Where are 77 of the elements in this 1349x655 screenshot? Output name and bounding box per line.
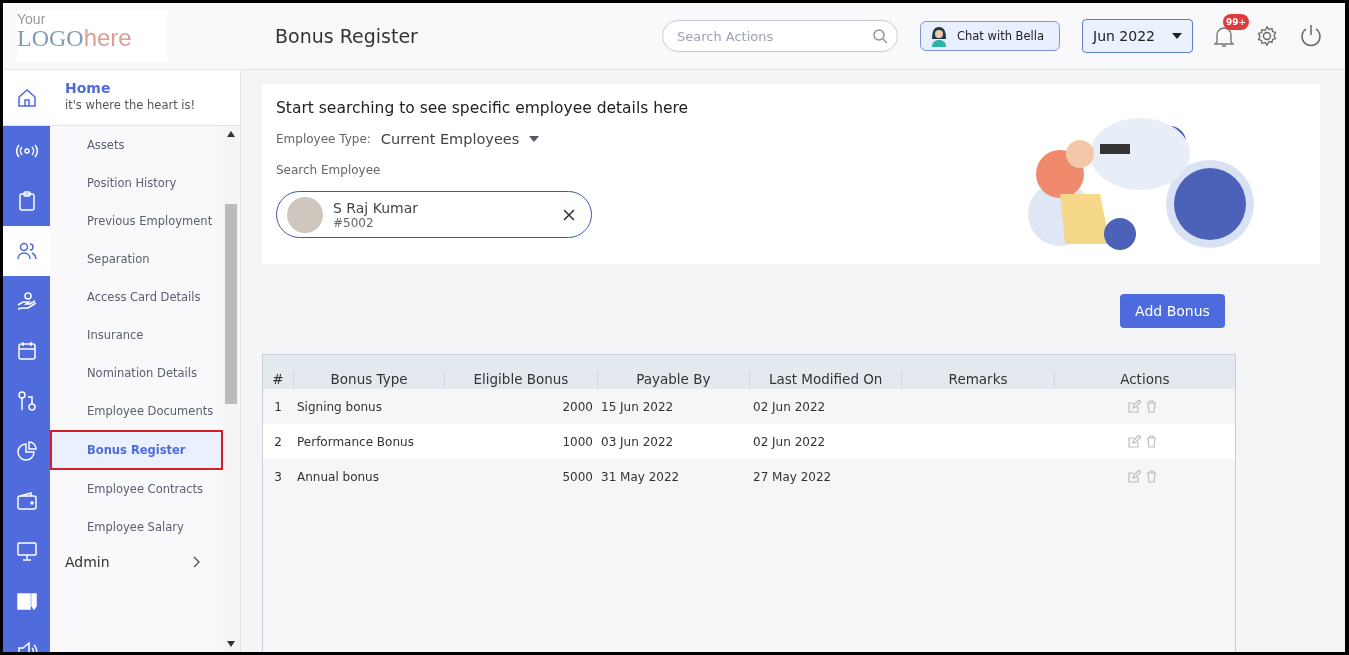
month-dropdown[interactable]: Jun 2022 <box>1082 19 1193 53</box>
table-cell-text: 27 May 2022 <box>752 469 833 484</box>
table-cell-text: Performance Bonus <box>296 434 415 449</box>
column-header: Eligible Bonus <box>444 371 597 388</box>
sidebar-item[interactable]: Employee Contracts <box>50 470 219 508</box>
employee-id: #5002 <box>333 215 375 230</box>
table-cell-text: Annual bonus <box>296 469 380 484</box>
employee-name: S Raj Kumar <box>333 199 419 216</box>
sidebar-item[interactable]: Employee Documents <box>50 392 219 430</box>
news-icon <box>15 590 38 612</box>
column-header: Payable By <box>596 371 749 388</box>
column-header: Bonus Type <box>292 371 445 388</box>
caret-icon <box>1172 33 1182 39</box>
home-icon[interactable] <box>16 87 37 108</box>
calendar-icon <box>15 340 38 362</box>
chevron-right-icon <box>193 556 201 568</box>
edit-icon[interactable] <box>1128 400 1141 413</box>
column-header: Last Modified On <box>749 371 902 388</box>
logo: Your LOGOhere <box>17 10 167 62</box>
sidebar-item[interactable]: Previous Employment <box>50 202 219 240</box>
home-link[interactable]: Home <box>65 80 196 96</box>
page-title: Bonus Register <box>275 25 419 47</box>
bell-icon[interactable] <box>1213 24 1235 48</box>
avatar-placeholder <box>287 196 323 233</box>
edit-icon[interactable] <box>1128 435 1141 448</box>
admin-menu[interactable]: Admin <box>50 546 223 578</box>
pie-icon <box>15 440 38 462</box>
sidebar-item[interactable]: Assets <box>50 126 219 164</box>
sidebar-item[interactable]: Nomination Details <box>50 354 219 392</box>
wallet-icon <box>15 490 38 512</box>
table-cell-text: 31 May 2022 <box>600 469 681 484</box>
table-cell-text: 1000 <box>561 434 594 449</box>
column-header: Actions <box>1053 371 1235 388</box>
chat-button[interactable]: Chat with Bella <box>920 21 1060 51</box>
scroll-up-icon[interactable] <box>227 131 235 137</box>
people-icon <box>15 240 38 262</box>
caret-icon <box>529 136 540 142</box>
table-cell-text: 02 Jun 2022 <box>752 434 827 449</box>
employee-type-label: Employee Type: <box>276 132 371 146</box>
table-cell-text: 02 Jun 2022 <box>752 399 827 414</box>
panel-heading: Start searching to see specific employee details here <box>276 99 689 117</box>
table-cell-text: 3 <box>273 469 283 484</box>
employee-type-dropdown[interactable]: Current Employees <box>380 131 540 147</box>
scrollbar[interactable] <box>223 126 239 652</box>
close-icon[interactable] <box>563 208 575 221</box>
sidebar-item[interactable]: Position History <box>50 164 219 202</box>
column-header: Remarks <box>901 371 1054 388</box>
home-subtitle: it's where the heart is! <box>65 98 196 112</box>
edit-icon[interactable] <box>1128 470 1141 483</box>
sidebar-item[interactable]: Bonus Register <box>50 430 223 470</box>
avatar-icon <box>929 25 949 47</box>
sidebar-item[interactable]: Access Card Details <box>50 278 219 316</box>
route-icon <box>15 390 38 412</box>
search-icon <box>872 28 888 44</box>
search-field[interactable]: Search Actions <box>662 20 898 52</box>
table-cell-text: 15 Jun 2022 <box>600 399 675 414</box>
table-cell-text: 2000 <box>561 399 594 414</box>
settings-icon[interactable] <box>1256 25 1278 47</box>
monitor-icon <box>15 540 38 562</box>
sidebar-item[interactable]: Insurance <box>50 316 219 354</box>
add-bonus-button[interactable]: Add Bonus <box>1120 294 1225 328</box>
trash-icon[interactable] <box>1146 400 1157 413</box>
table-cell-text: 03 Jun 2022 <box>600 434 675 449</box>
trash-icon[interactable] <box>1146 470 1157 483</box>
table-cell-text: 5000 <box>561 469 594 484</box>
table-cell-text: 2 <box>273 434 283 449</box>
table-cell-text: Signing bonus <box>296 399 383 414</box>
column-header: # <box>271 371 285 388</box>
trash-icon[interactable] <box>1146 435 1157 448</box>
notification-badge: 99+ <box>1223 14 1250 30</box>
scroll-down-icon[interactable] <box>227 641 235 647</box>
sidebar-item[interactable]: Employee Salary <box>50 508 219 546</box>
search-employee-label: Search Employee <box>276 163 382 177</box>
power-icon[interactable] <box>1299 24 1323 48</box>
sidebar-item[interactable]: Separation <box>50 240 219 278</box>
hand-icon <box>15 290 38 312</box>
table-cell-text: 1 <box>273 399 283 414</box>
